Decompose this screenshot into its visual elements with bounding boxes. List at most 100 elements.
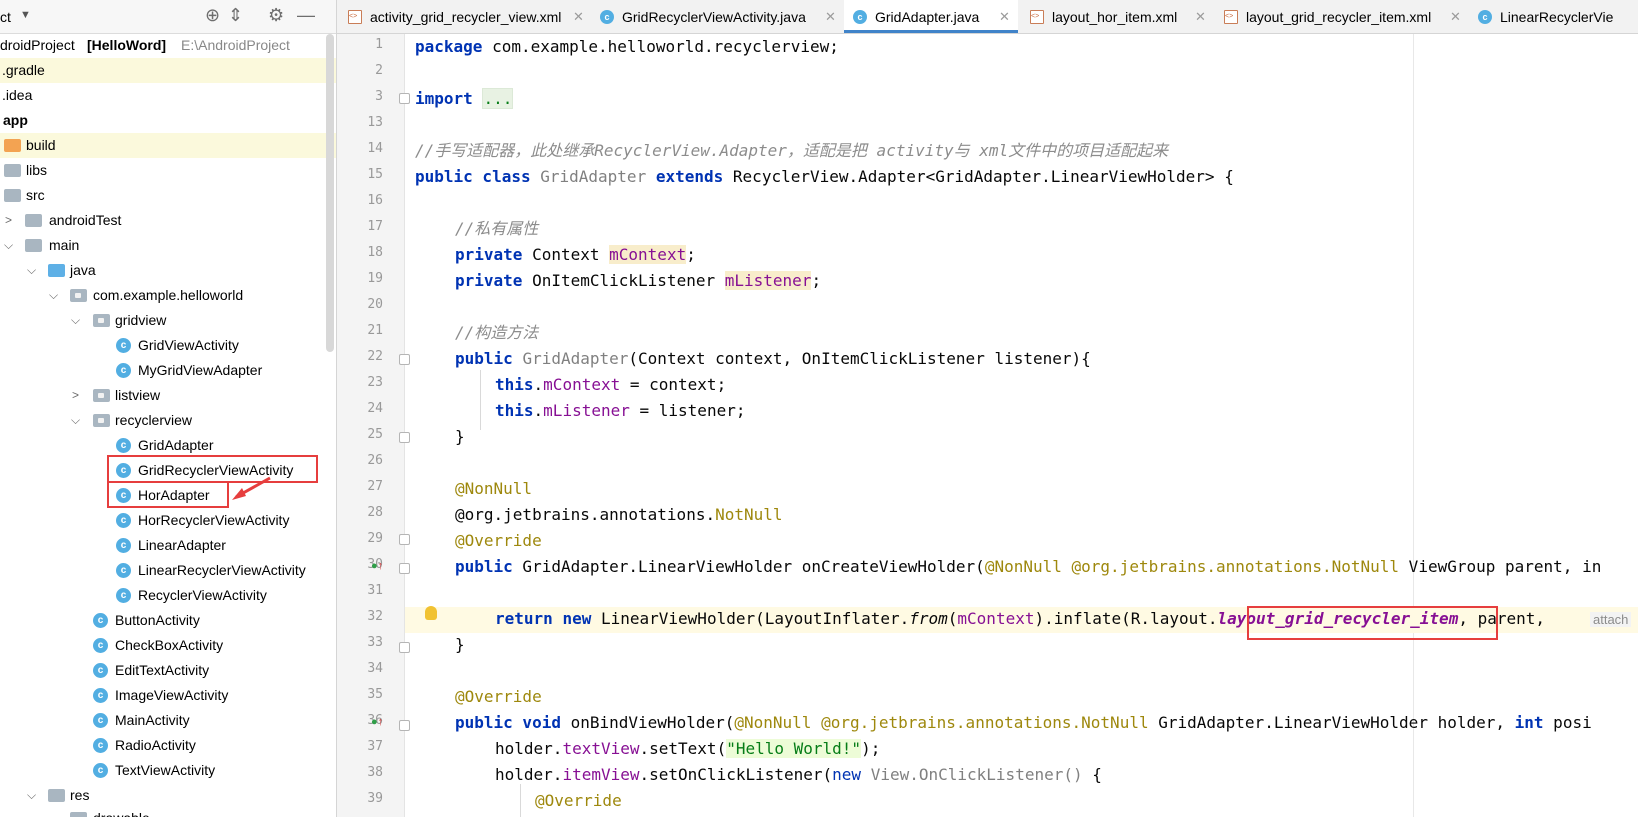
tab-linearrecyclerview-java[interactable]: c LinearRecyclerVie bbox=[1469, 0, 1638, 33]
lightbulb-icon[interactable] bbox=[425, 606, 437, 620]
right-margin-guide bbox=[1413, 34, 1414, 817]
fold-marker-icon[interactable] bbox=[399, 354, 410, 365]
code-keyword: extends bbox=[655, 167, 724, 186]
tree-row-gradle[interactable]: .gradle bbox=[0, 58, 336, 83]
tree-row-linearadapter[interactable]: c LinearAdapter bbox=[0, 533, 336, 558]
tree-row-gridview[interactable]: ⌵ gridview bbox=[0, 308, 336, 333]
tree-label: listview bbox=[115, 387, 161, 403]
code-line[interactable]: import ... bbox=[415, 86, 514, 112]
tree-row-linearrecyclerviewactivity[interactable]: c LinearRecyclerViewActivity bbox=[0, 558, 336, 583]
tree-row-textviewactivity[interactable]: c TextViewActivity bbox=[0, 758, 336, 783]
fold-marker-icon[interactable] bbox=[399, 563, 410, 574]
code-line[interactable]: private Context mContext; bbox=[455, 242, 696, 268]
close-icon[interactable]: ✕ bbox=[573, 0, 584, 33]
code-line[interactable]: @Override bbox=[455, 528, 542, 554]
tree-row-package[interactable]: ⌵ com.example.helloworld bbox=[0, 283, 336, 308]
tab-layout-hor-item-xml[interactable]: layout_hor_item.xml ✕ bbox=[1019, 0, 1212, 33]
red-arrow-icon bbox=[232, 476, 271, 500]
project-view-selector[interactable]: ct bbox=[0, 9, 11, 25]
override-method-icon[interactable]: ●↑ bbox=[371, 560, 383, 572]
close-icon[interactable]: ✕ bbox=[825, 0, 836, 33]
project-scrollbar[interactable] bbox=[326, 34, 334, 352]
tree-row-mainactivity[interactable]: c MainActivity bbox=[0, 708, 336, 733]
code-line[interactable]: } bbox=[455, 632, 465, 658]
close-icon[interactable]: ✕ bbox=[1450, 0, 1461, 33]
tree-row-edittextactivity[interactable]: c EditTextActivity bbox=[0, 658, 336, 683]
tree-row-root[interactable]: droidProject [HelloWord] E:\AndroidProje… bbox=[0, 33, 336, 58]
chevron-down-icon[interactable]: ⌵ bbox=[27, 783, 39, 808]
package-icon bbox=[93, 389, 110, 402]
minimize-icon[interactable]: — bbox=[297, 5, 315, 26]
fold-marker-icon[interactable] bbox=[399, 642, 410, 653]
tree-row-listview[interactable]: > listview bbox=[0, 383, 336, 408]
code-line[interactable]: holder.itemView.setOnClickListener(new V… bbox=[495, 762, 1102, 788]
code-line[interactable]: this.mContext = context; bbox=[495, 372, 726, 398]
code-text: (Context context, OnItemClickListener li… bbox=[628, 349, 1091, 368]
code-line[interactable]: this.mListener = listener; bbox=[495, 398, 745, 424]
tree-row-checkboxactivity[interactable]: c CheckBoxActivity bbox=[0, 633, 336, 658]
folded-imports[interactable]: ... bbox=[482, 88, 514, 109]
folder-icon bbox=[48, 264, 65, 277]
override-method-icon[interactable]: ●↑ bbox=[371, 716, 383, 728]
code-line[interactable]: public class GridAdapter extends Recycle… bbox=[415, 164, 1234, 190]
code-line[interactable]: @Override bbox=[535, 788, 622, 814]
tree-row-horrecyclerviewactivity[interactable]: c HorRecyclerViewActivity bbox=[0, 508, 336, 533]
tab-activity-grid-recycler-view-xml[interactable]: activity_grid_recycler_view.xml ✕ bbox=[337, 0, 590, 33]
code-line[interactable]: @Override bbox=[455, 684, 542, 710]
fold-marker-icon[interactable] bbox=[399, 93, 410, 104]
tab-layout-grid-recycler-item-xml[interactable]: layout_grid_recycler_item.xml ✕ bbox=[1213, 0, 1468, 33]
code-line[interactable]: } bbox=[455, 424, 465, 450]
chevron-down-icon[interactable]: ⌵ bbox=[49, 806, 61, 817]
fold-marker-icon[interactable] bbox=[399, 432, 410, 443]
code-line[interactable]: package com.example.helloworld.recyclerv… bbox=[415, 34, 839, 60]
chevron-down-icon[interactable]: ⌵ bbox=[49, 283, 61, 308]
code-line[interactable]: //手写适配器，此处继承RecyclerView.Adapter，适配是把 ac… bbox=[415, 138, 1168, 164]
fold-marker-icon[interactable] bbox=[399, 720, 410, 731]
tab-gridadapter-java[interactable]: c GridAdapter.java ✕ bbox=[844, 0, 1018, 33]
tree-row-app[interactable]: app bbox=[0, 108, 336, 133]
tree-row-radioactivity[interactable]: c RadioActivity bbox=[0, 733, 336, 758]
tree-row-src[interactable]: src bbox=[0, 183, 336, 208]
code-line[interactable]: public GridAdapter.LinearViewHolder onCr… bbox=[455, 554, 1601, 580]
code-line[interactable]: holder.textView.setText("Hello World!"); bbox=[495, 736, 880, 762]
parameter-hint: attach bbox=[1590, 612, 1632, 627]
tree-row-res[interactable]: ⌵ res bbox=[0, 783, 336, 808]
tree-row-main[interactable]: ⌵ main bbox=[0, 233, 336, 258]
chevron-right-icon[interactable]: > bbox=[72, 383, 84, 408]
close-icon[interactable]: ✕ bbox=[999, 0, 1010, 33]
chevron-down-icon[interactable]: ⌵ bbox=[4, 233, 16, 258]
code-line[interactable]: public void onBindViewHolder(@NonNull @o… bbox=[455, 710, 1592, 736]
code-line[interactable]: private OnItemClickListener mListener; bbox=[455, 268, 821, 294]
chevron-down-icon[interactable]: ⌵ bbox=[71, 408, 83, 433]
dropdown-icon[interactable]: ▼ bbox=[20, 9, 31, 21]
tree-row-libs[interactable]: libs bbox=[0, 158, 336, 183]
collapse-icon[interactable]: ⇕ bbox=[228, 5, 243, 26]
tree-row-java[interactable]: ⌵ java bbox=[0, 258, 336, 283]
code-line[interactable]: @org.jetbrains.annotations.NotNull bbox=[455, 502, 783, 528]
chevron-down-icon[interactable]: ⌵ bbox=[71, 308, 83, 333]
code-line[interactable]: @NonNull bbox=[455, 476, 532, 502]
code-line[interactable]: //私有属性 bbox=[455, 216, 538, 242]
tree-row-imageviewactivity[interactable]: c ImageViewActivity bbox=[0, 683, 336, 708]
close-icon[interactable]: ✕ bbox=[1195, 0, 1206, 33]
tree-row-recyclerview[interactable]: ⌵ recyclerview bbox=[0, 408, 336, 433]
tree-row-idea[interactable]: .idea bbox=[0, 83, 336, 108]
code-line[interactable]: //构造方法 bbox=[455, 320, 538, 346]
code-text: = context; bbox=[620, 375, 727, 394]
gear-icon[interactable]: ⚙ bbox=[268, 5, 284, 26]
chevron-down-icon[interactable]: ⌵ bbox=[27, 258, 39, 283]
line-number: 21 bbox=[367, 323, 383, 338]
tree-row-gridviewactivity[interactable]: c GridViewActivity bbox=[0, 333, 336, 358]
tree-row-drawable[interactable]: ⌵ drawable bbox=[0, 806, 336, 817]
locate-icon[interactable]: ⊕ bbox=[205, 5, 220, 26]
chevron-right-icon[interactable]: > bbox=[5, 208, 17, 233]
tree-row-mygridviewadapter[interactable]: c MyGridViewAdapter bbox=[0, 358, 336, 383]
tree-row-androidtest[interactable]: > androidTest bbox=[0, 208, 336, 233]
tree-row-build[interactable]: build bbox=[0, 133, 336, 158]
tab-gridrecyclerviewactivity-java[interactable]: c GridRecyclerViewActivity.java ✕ bbox=[591, 0, 843, 33]
tree-row-buttonactivity[interactable]: c ButtonActivity bbox=[0, 608, 336, 633]
code-line[interactable]: public GridAdapter(Context context, OnIt… bbox=[455, 346, 1091, 372]
tree-row-recyclerviewactivity[interactable]: c RecyclerViewActivity bbox=[0, 583, 336, 608]
fold-marker-icon[interactable] bbox=[399, 534, 410, 545]
tree-label: GridViewActivity bbox=[138, 337, 239, 353]
